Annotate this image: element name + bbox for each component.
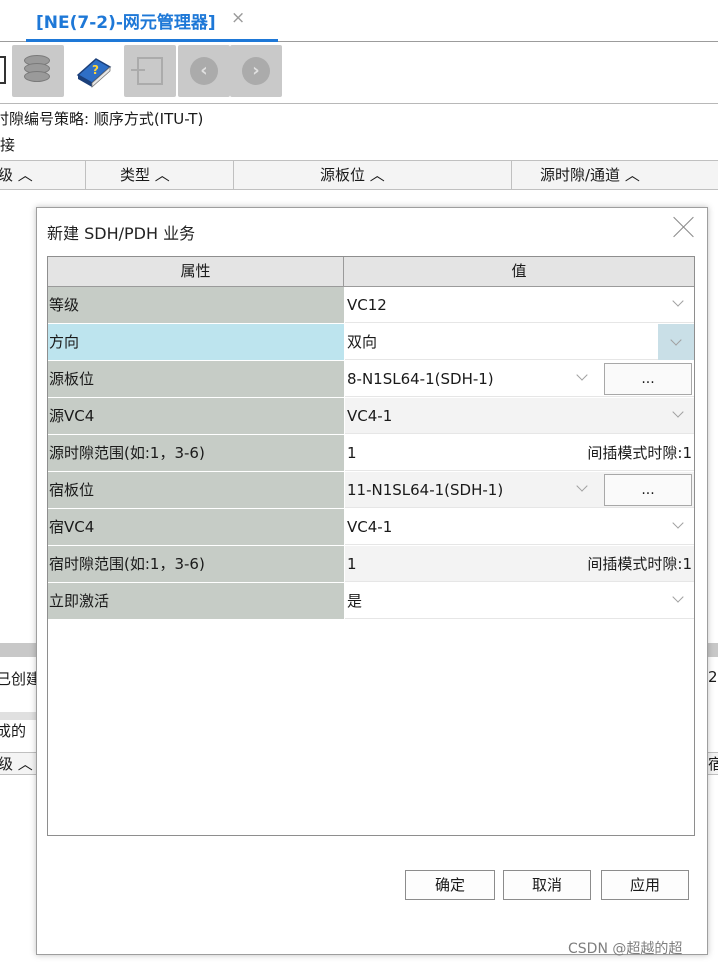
row-direction[interactable]: 方向 双向 <box>48 324 694 361</box>
background-right-header: 宿 <box>708 752 718 775</box>
forward-button[interactable]: › <box>230 45 282 97</box>
policy-text: 时隙编号策略: 顺序方式(ITU-T) <box>0 110 204 128</box>
sink-timeslot-input[interactable]: 1 间插模式时隙:1 <box>345 546 694 582</box>
source-board-select[interactable]: 8-N1SL64-1(SDH-1) ... <box>345 361 694 397</box>
exit-icon <box>131 57 163 85</box>
row-value: VC4-1 <box>347 407 393 425</box>
cancel-button[interactable]: 取消 <box>503 870 591 900</box>
level-select[interactable]: VC12 <box>345 287 694 323</box>
row-sink-board[interactable]: 宿板位 11-N1SL64-1(SDH-1) ... <box>48 472 694 509</box>
row-source-board[interactable]: 源板位 8-N1SL64-1(SDH-1) ... <box>48 361 694 398</box>
back-icon: ‹ <box>190 57 218 85</box>
row-value: VC4-1 <box>347 518 393 536</box>
row-label: 宿VC4 <box>48 509 344 545</box>
row-value: 1 <box>347 444 357 462</box>
toolbar-divider <box>0 103 718 104</box>
row-source-vc4[interactable]: 源VC4 VC4-1 <box>48 398 694 435</box>
direction-select[interactable]: 双向 <box>345 324 694 360</box>
sink-board-browse-button[interactable]: ... <box>604 474 692 506</box>
row-label: 源时隙范围(如:1，3-6) <box>48 435 344 471</box>
column-header-source-timeslot[interactable]: 源时隙/通道 ︿ <box>512 161 718 189</box>
database-button[interactable] <box>12 45 64 97</box>
chevron-down-icon[interactable] <box>658 324 694 360</box>
property-grid: 属性 值 等级 VC12 方向 双向 源板位 8-N1SL64-1(SDH-1)… <box>47 256 695 836</box>
header-property: 属性 <box>48 257 344 286</box>
header-value: 值 <box>511 262 527 280</box>
row-activate[interactable]: 立即激活 是 <box>48 583 694 620</box>
background-bar-left <box>0 643 36 657</box>
chevron-down-icon[interactable] <box>576 482 588 494</box>
row-value: 11-N1SL64-1(SDH-1) <box>347 481 504 499</box>
tab-bar: [NE(7-2)-网元管理器] × <box>0 0 718 42</box>
background-done-text: 成的 <box>0 722 27 740</box>
table-header: 级 ︿ 类型 ︿ 源板位 ︿ 源时隙/通道 ︿ <box>0 160 718 190</box>
row-label: 源板位 <box>48 361 344 397</box>
row-value: 8-N1SL64-1(SDH-1) <box>347 370 494 388</box>
row-value: VC12 <box>347 296 387 314</box>
tab-title: [NE(7-2)-网元管理器] <box>36 13 216 33</box>
help-button[interactable]: ? <box>68 45 120 97</box>
chevron-down-icon[interactable] <box>576 371 588 383</box>
panel-edge-icon <box>0 56 6 84</box>
row-level[interactable]: 等级 VC12 <box>48 287 694 324</box>
row-value: 是 <box>347 592 363 610</box>
watermark: CSDN @超越的超 <box>568 941 683 957</box>
row-label: 源VC4 <box>48 398 344 434</box>
row-sink-vc4[interactable]: 宿VC4 VC4-1 <box>48 509 694 546</box>
row-label: 宿时隙范围(如:1，3-6) <box>48 546 344 582</box>
grid-header: 属性 值 <box>48 257 694 287</box>
column-header-level[interactable]: 级 ︿ <box>0 161 86 189</box>
source-timeslot-input[interactable]: 1 间插模式时隙:1 <box>345 435 694 471</box>
interleave-timeslot-text: 间插模式时隙:1 <box>587 555 692 573</box>
source-vc4-select[interactable]: VC4-1 <box>345 398 694 434</box>
help-book-icon: ? <box>76 58 112 88</box>
sink-board-select[interactable]: 11-N1SL64-1(SDH-1) ... <box>345 472 694 508</box>
row-source-timeslot[interactable]: 源时隙范围(如:1，3-6) 1 间插模式时隙:1 <box>48 435 694 472</box>
database-icon <box>24 55 52 87</box>
new-service-dialog: 新建 SDH/PDH 业务 属性 值 等级 VC12 方向 双向 源板位 8-N… <box>36 207 708 955</box>
apply-button[interactable]: 应用 <box>601 870 689 900</box>
row-value: 双向 <box>347 333 378 351</box>
sink-vc4-select[interactable]: VC4-1 <box>345 509 694 545</box>
column-header-type[interactable]: 类型 ︿ <box>86 161 234 189</box>
row-label: 等级 <box>48 287 344 323</box>
chevron-down-icon[interactable] <box>672 297 684 309</box>
column-header-source-board[interactable]: 源板位 ︿ <box>234 161 512 189</box>
toolbar: ? ‹ › <box>0 42 718 104</box>
background-scroll-left <box>0 712 36 720</box>
row-value: 1 <box>347 555 357 573</box>
row-label: 立即激活 <box>48 583 344 619</box>
dialog-title: 新建 SDH/PDH 业务 <box>47 224 196 243</box>
exit-button[interactable] <box>124 45 176 97</box>
background-created-text: 已创建 <box>0 670 36 688</box>
activate-select[interactable]: 是 <box>345 583 694 619</box>
close-icon[interactable] <box>673 216 695 238</box>
row-label: 方向 <box>48 324 344 360</box>
background-bar-right <box>708 643 718 657</box>
tab-ne-manager[interactable]: [NE(7-2)-网元管理器] × <box>26 0 278 42</box>
background-level-header: 级 ︿ <box>0 752 36 775</box>
back-button[interactable]: ‹ <box>178 45 230 97</box>
source-board-browse-button[interactable]: ... <box>604 363 692 395</box>
svg-text:?: ? <box>92 63 99 77</box>
tab-close-icon[interactable]: × <box>231 8 245 28</box>
chevron-down-icon[interactable] <box>672 519 684 531</box>
background-right-text: 20 <box>708 668 718 686</box>
chevron-down-icon[interactable] <box>672 408 684 420</box>
connection-text: 接 <box>0 136 16 154</box>
ok-button[interactable]: 确定 <box>405 870 495 900</box>
interleave-timeslot-text: 间插模式时隙:1 <box>587 444 692 462</box>
row-label: 宿板位 <box>48 472 344 508</box>
forward-icon: › <box>242 57 270 85</box>
chevron-down-icon[interactable] <box>672 593 684 605</box>
row-sink-timeslot[interactable]: 宿时隙范围(如:1，3-6) 1 间插模式时隙:1 <box>48 546 694 583</box>
